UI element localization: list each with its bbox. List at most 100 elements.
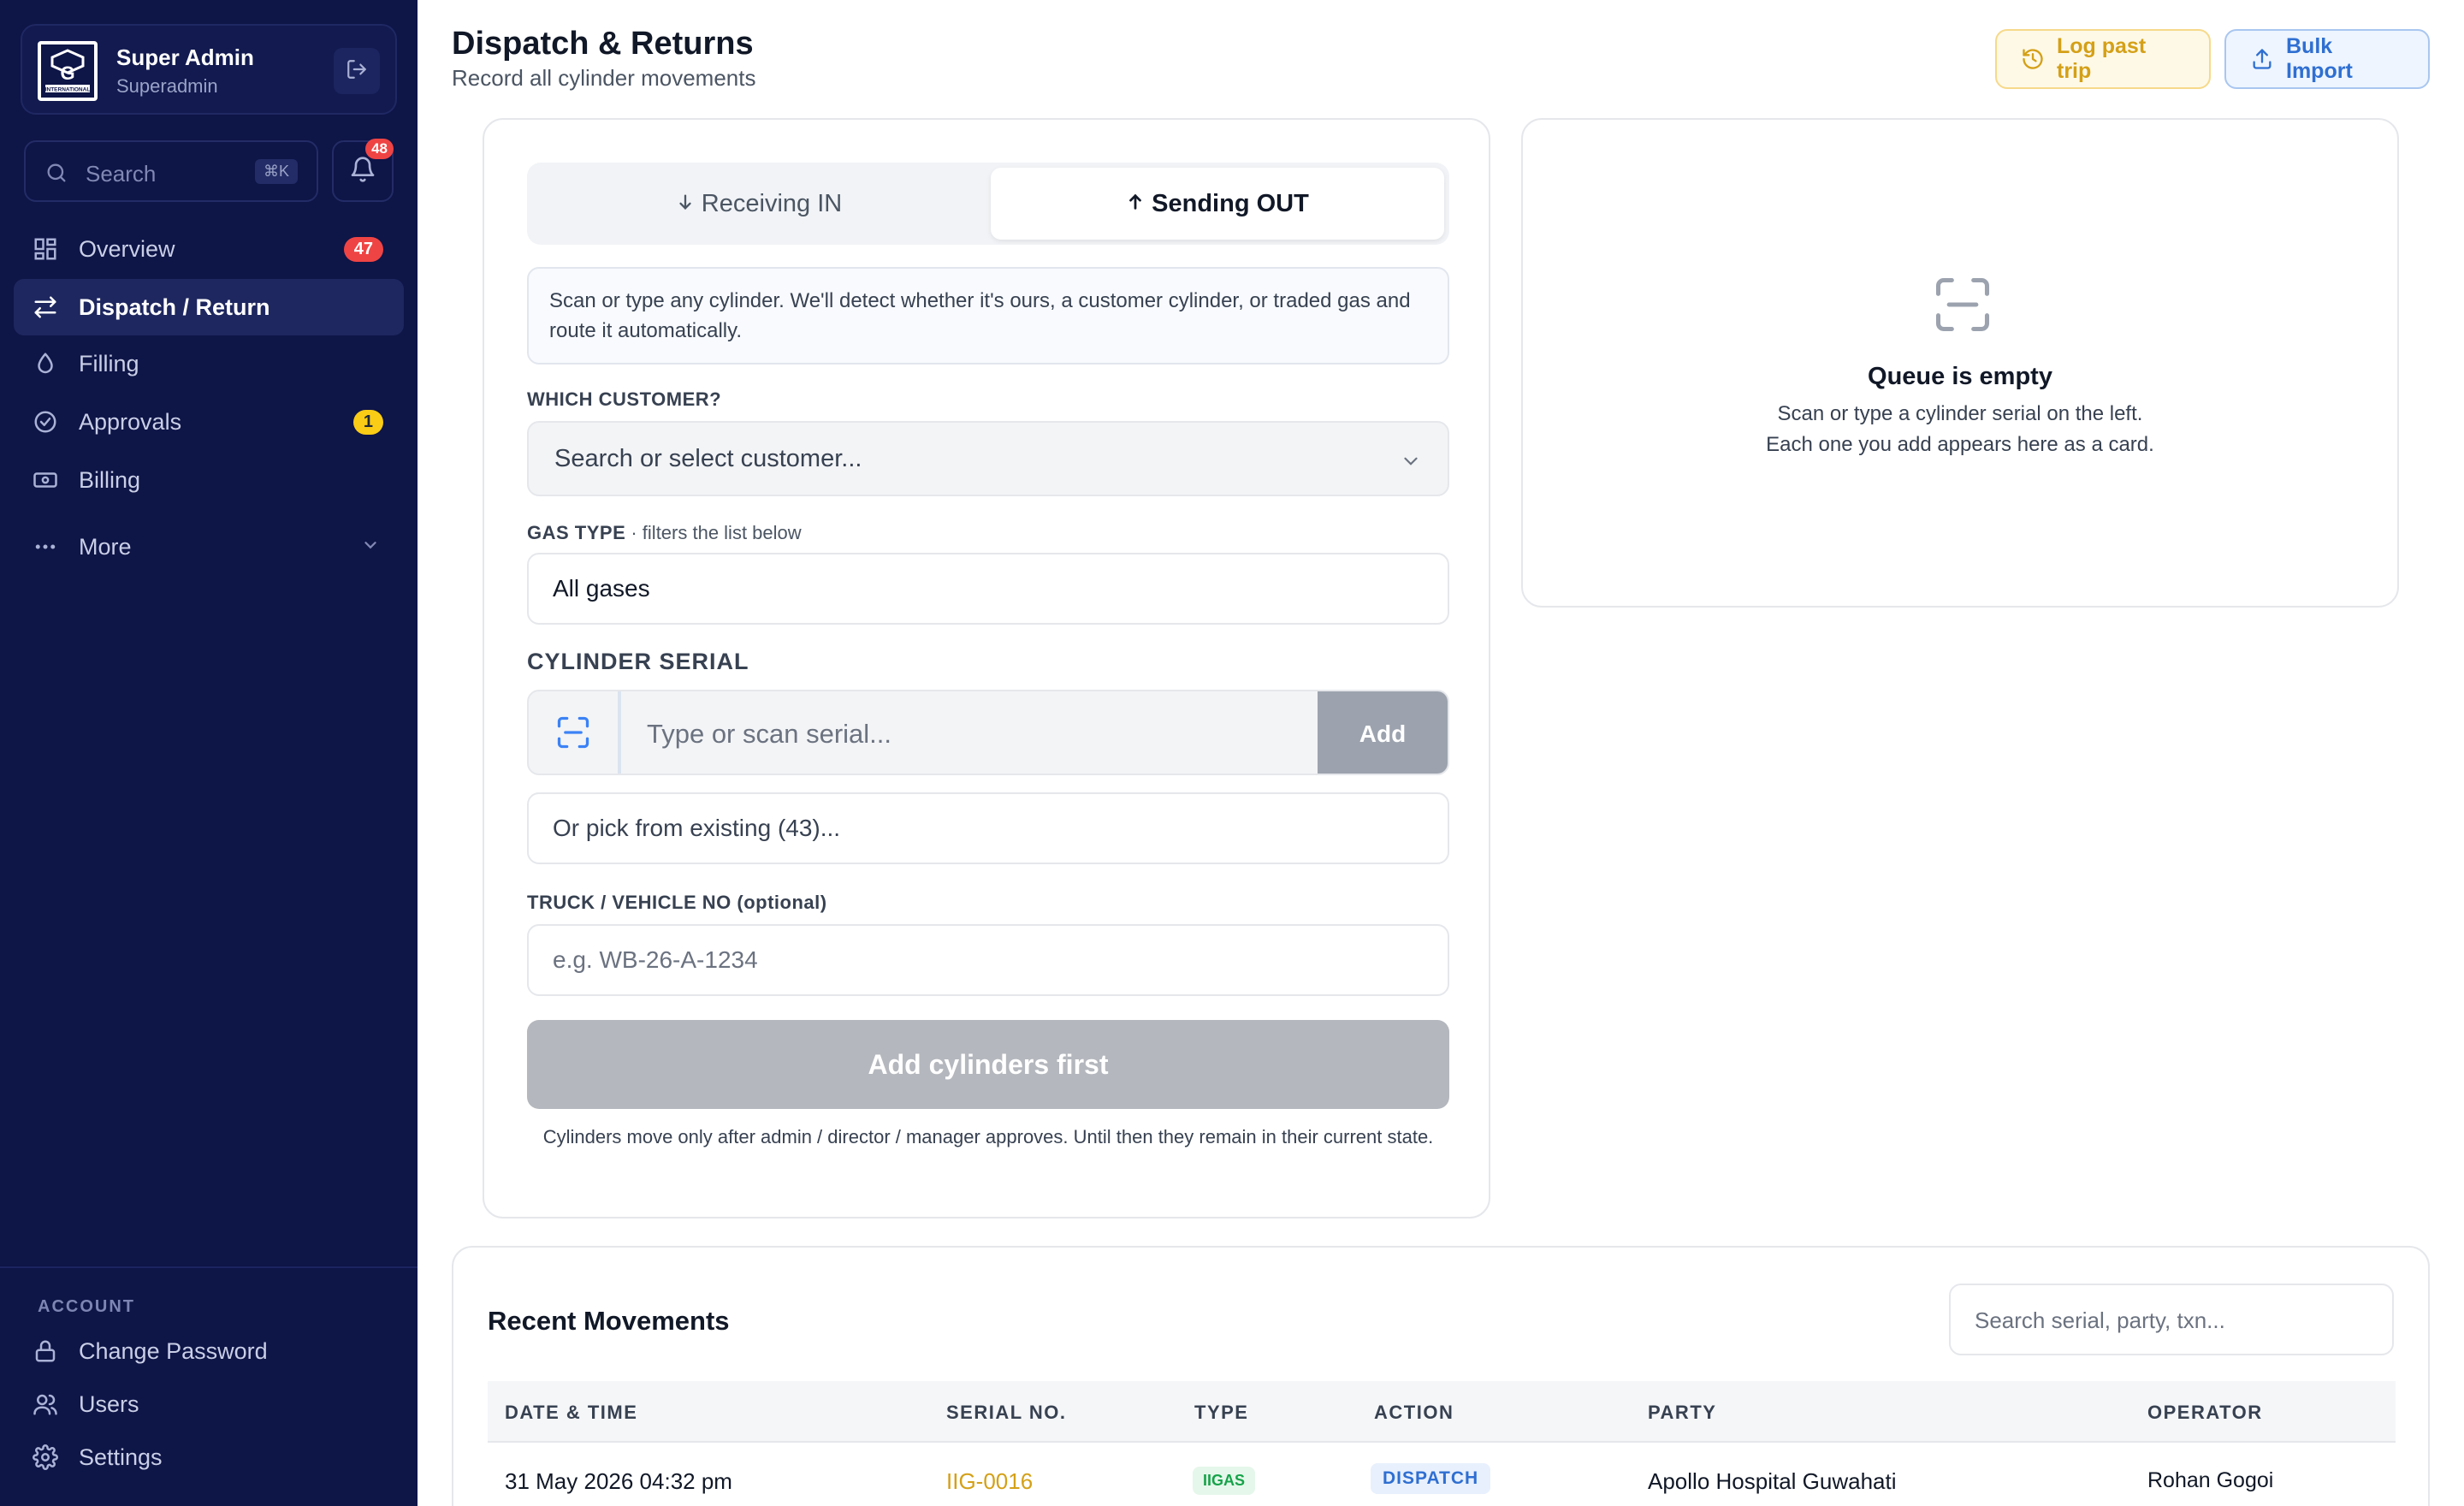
recent-search-input[interactable]: Search serial, party, txn... (1949, 1284, 2394, 1355)
sidebar-item-billing[interactable]: Billing (14, 452, 404, 508)
sidebar-divider (0, 1266, 418, 1268)
pick-existing-label: Or pick from existing (43)... (553, 815, 841, 841)
profile-name: Super Admin (116, 44, 254, 70)
droplet-icon (33, 351, 58, 376)
sidebar-item-approvals[interactable]: Approvals 1 (14, 394, 404, 450)
movement-form-card: Receiving IN Sending OUT Scan or type an… (483, 118, 1490, 1218)
gas-type-select[interactable]: All gases (527, 553, 1449, 625)
sidebar-item-label: Dispatch / Return (79, 293, 270, 320)
svg-text:G: G (60, 62, 74, 84)
chevron-down-icon (1400, 450, 1422, 477)
recent-movements-card: Recent Movements Search serial, party, t… (452, 1246, 2430, 1506)
sidebar-item-label: Change Password (79, 1337, 268, 1364)
arrow-down-icon (676, 190, 695, 218)
sidebar-item-settings[interactable]: Settings (14, 1429, 404, 1485)
queue-empty-line-1: Scan or type a cylinder serial on the le… (1777, 402, 2143, 425)
table-header: DATE & TIME SERIAL NO. TYPE ACTION PARTY… (488, 1381, 2396, 1443)
customer-label: WHICH CUSTOMER? (527, 388, 722, 410)
submit-button[interactable]: Add cylinders first (527, 1020, 1449, 1109)
sidebar-item-users[interactable]: Users (14, 1376, 404, 1432)
overview-count-badge: 47 (343, 236, 383, 262)
approval-footnote: Cylinders move only after admin / direct… (542, 1126, 1434, 1147)
sidebar-item-more[interactable]: More (14, 519, 404, 575)
sidebar-item-dispatch-return[interactable]: Dispatch / Return (14, 279, 404, 335)
account-section-label: ACCOUNT (38, 1297, 135, 1316)
serial-input-placeholder: Type or scan serial... (647, 719, 892, 749)
logout-icon (346, 58, 368, 85)
search-label: Search (86, 161, 157, 187)
more-dots-icon (33, 534, 58, 560)
company-logo: G INTERNATIONAL (38, 41, 98, 101)
page-subtitle: Record all cylinder movements (452, 65, 756, 91)
cell-serial[interactable]: IIG-0016 (946, 1468, 1033, 1495)
direction-toggle: Receiving IN Sending OUT (527, 163, 1449, 245)
queue-empty-line-2: Each one you add appears here as a card. (1766, 433, 2154, 456)
queue-card: Queue is empty Scan or type a cylinder s… (1521, 118, 2399, 608)
customer-select-placeholder: Search or select customer... (554, 445, 862, 472)
bulk-import-label: Bulk Import (2286, 34, 2353, 83)
column-header-action[interactable]: ACTION (1374, 1402, 1454, 1424)
cylinder-serial-label: CYLINDER SERIAL (527, 649, 749, 674)
sidebar-item-label: Users (79, 1390, 139, 1417)
check-circle-icon (33, 409, 58, 435)
scan-button[interactable] (529, 691, 621, 774)
tab-receiving-in[interactable]: Receiving IN (532, 168, 986, 240)
column-header-type[interactable]: TYPE (1194, 1402, 1248, 1424)
cell-datetime: 31 May 2026 04:32 pm (505, 1468, 732, 1494)
search-shortcut: ⌘K (254, 159, 298, 184)
table-row[interactable]: 31 May 2026 04:32 pm IIG-0016 IIGAS DISP… (488, 1444, 2396, 1506)
search-icon (44, 161, 68, 189)
recent-movements-title: Recent Movements (488, 1306, 730, 1336)
add-serial-button[interactable]: Add (1318, 691, 1448, 774)
gas-type-value: All gases (553, 575, 650, 602)
scan-icon (554, 714, 592, 756)
profile-card: G INTERNATIONAL Super Admin Superadmin (21, 24, 397, 115)
log-past-trip-label: Log past trip (2057, 34, 2147, 83)
chevron-down-icon (361, 536, 380, 559)
logout-button[interactable] (334, 48, 380, 94)
history-icon (2021, 47, 2045, 71)
svg-text:INTERNATIONAL: INTERNATIONAL (45, 87, 91, 93)
notification-count-badge: 48 (365, 139, 394, 159)
vehicle-input-placeholder: e.g. WB-26-A-1234 (553, 946, 758, 973)
column-header-serial[interactable]: SERIAL NO. (946, 1402, 1067, 1424)
banknote-icon (33, 467, 58, 493)
notifications-button[interactable]: 48 (332, 139, 394, 202)
pick-existing-select[interactable]: Or pick from existing (43)... (527, 792, 1449, 864)
tab-label: Receiving IN (701, 189, 843, 217)
cell-party: Apollo Hospital Guwahati (1648, 1468, 1897, 1494)
customer-select[interactable]: Search or select customer... (527, 421, 1449, 496)
sidebar-item-filling[interactable]: Filling (14, 335, 404, 392)
log-past-trip-button[interactable]: Log past trip (1995, 29, 2211, 89)
tab-sending-out[interactable]: Sending OUT (991, 168, 1444, 240)
cell-type-badge: IIGAS (1193, 1467, 1256, 1495)
column-header-operator[interactable]: OPERATOR (2147, 1402, 2263, 1424)
page-title: Dispatch & Returns (452, 26, 754, 62)
recent-search-placeholder: Search serial, party, txn... (1975, 1307, 2225, 1333)
arrow-up-icon (1126, 190, 1145, 218)
serial-input[interactable]: Type or scan serial... (625, 691, 1318, 774)
cell-action-badge: DISPATCH (1371, 1463, 1491, 1494)
approvals-count-badge: 1 (352, 409, 383, 435)
sidebar-item-overview[interactable]: Overview 47 (14, 221, 404, 277)
tab-label: Sending OUT (1152, 189, 1309, 217)
queue-empty-title: Queue is empty (1868, 363, 2052, 390)
sidebar-item-label: Settings (79, 1444, 163, 1470)
gear-icon (33, 1444, 58, 1470)
sidebar-item-change-password[interactable]: Change Password (14, 1323, 404, 1379)
sidebar-search[interactable]: Search ⌘K (24, 140, 318, 202)
sidebar-item-label: More (79, 533, 132, 560)
vehicle-input[interactable]: e.g. WB-26-A-1234 (527, 924, 1449, 996)
cell-operator: Rohan Gogoi (2147, 1468, 2274, 1492)
sidebar-item-label: Billing (79, 466, 141, 493)
column-header-party[interactable]: PARTY (1648, 1402, 1716, 1424)
vehicle-label: TRUCK / VEHICLE NO (optional) (527, 892, 827, 913)
sidebar-item-label: Overview (79, 235, 175, 262)
swap-arrows-icon (33, 294, 58, 320)
column-header-datetime[interactable]: DATE & TIME (505, 1402, 637, 1424)
sidebar: G INTERNATIONAL Super Admin Superadmin S… (0, 0, 418, 1506)
bulk-import-button[interactable]: Bulk Import (2224, 29, 2430, 89)
scan-icon (1930, 272, 1995, 341)
lock-icon (33, 1338, 58, 1364)
sidebar-item-label: Approvals (79, 408, 182, 435)
